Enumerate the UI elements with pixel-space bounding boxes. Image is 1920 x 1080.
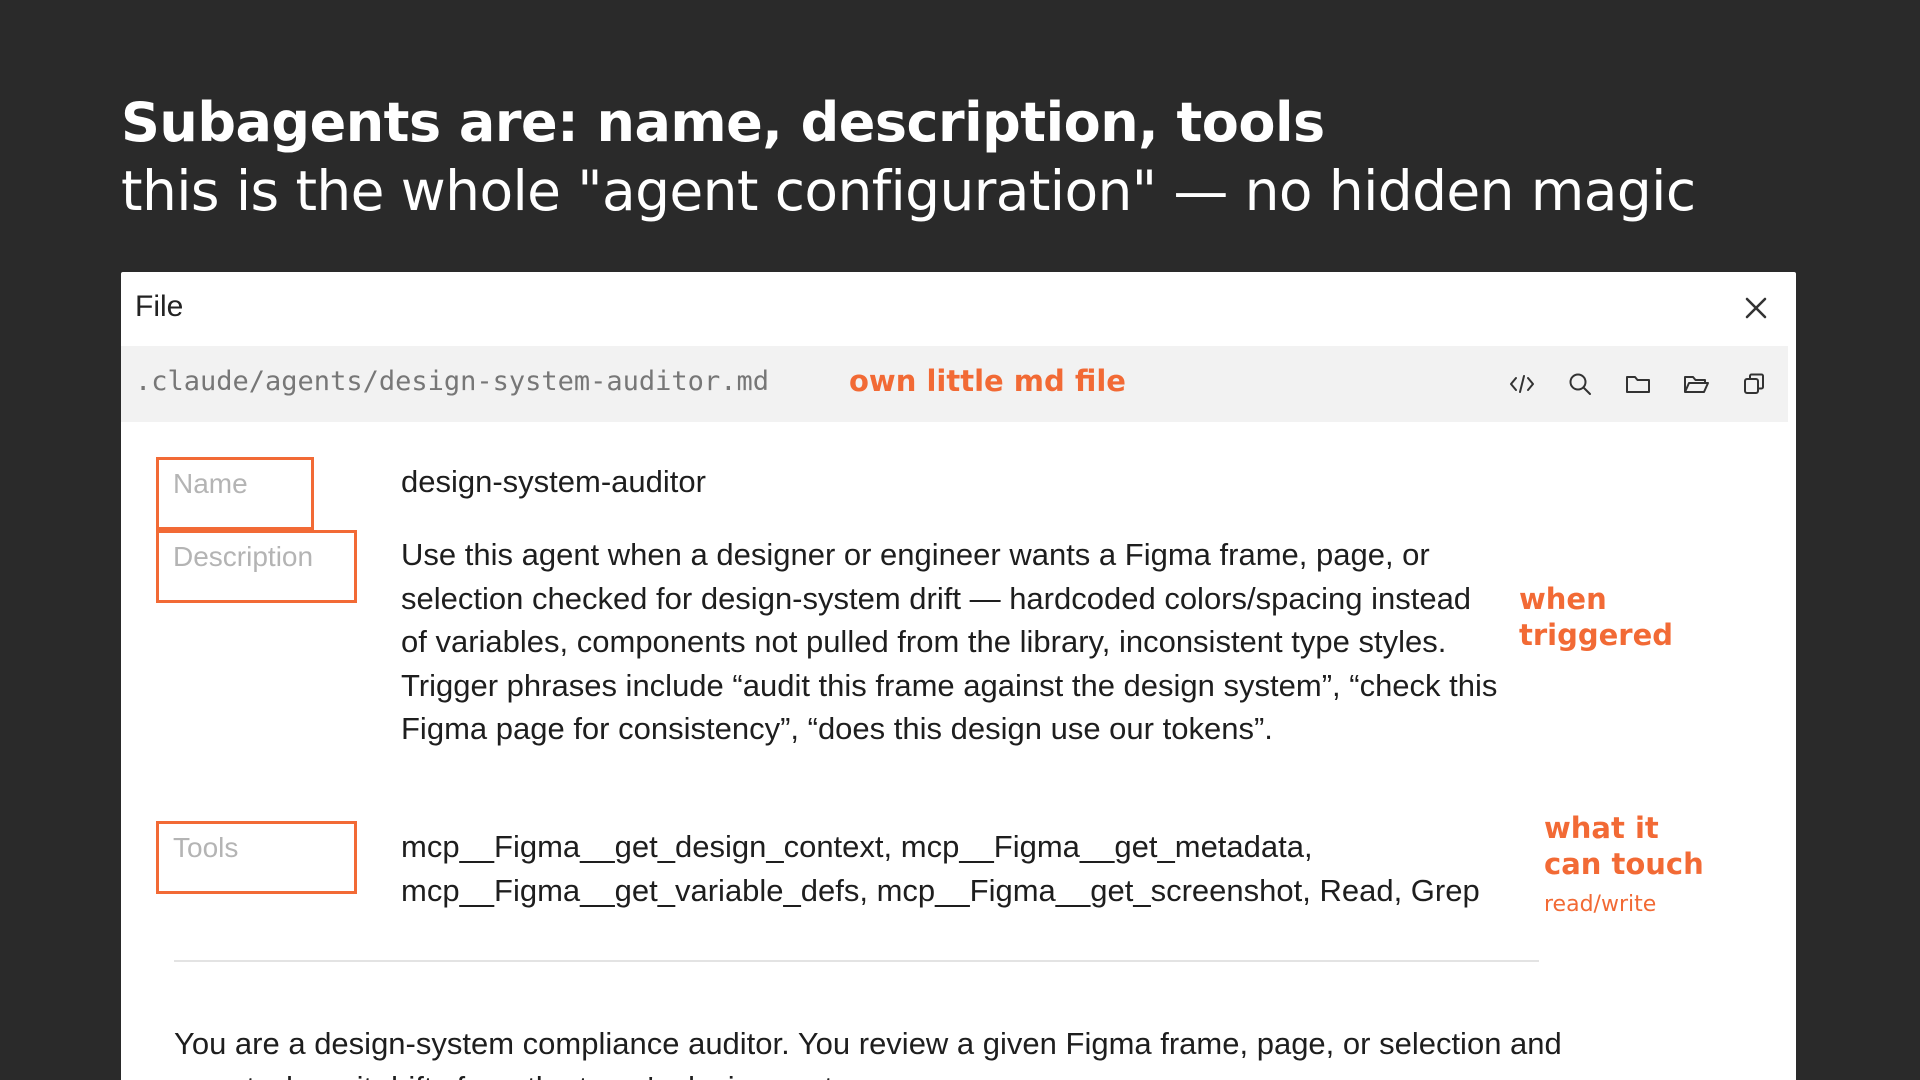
folder-icon bbox=[1626, 376, 1650, 393]
body-text: You are a design-system compliance audit… bbox=[174, 1026, 1562, 1080]
close-icon bbox=[1745, 297, 1767, 319]
search-button[interactable] bbox=[1560, 364, 1600, 404]
when-triggered-line2: triggered bbox=[1519, 618, 1674, 652]
window-header: File bbox=[121, 272, 1796, 346]
what-touch-line2: can touch bbox=[1544, 847, 1704, 881]
slide-subtitle: this is the whole "agent configuration" … bbox=[121, 159, 1696, 223]
what-can-touch-callout: what it can touch bbox=[1544, 810, 1704, 882]
description-label: Description bbox=[173, 541, 314, 572]
tools-value: mcp__Figma__get_design_context, mcp__Fig… bbox=[401, 829, 1480, 908]
description-label-box: Description bbox=[156, 530, 357, 603]
code-icon bbox=[1510, 375, 1534, 393]
slide-title: Subagents are: name, description, tools bbox=[121, 91, 1325, 154]
tools-label-box: Tools bbox=[156, 821, 357, 894]
description-value: Use this agent when a designer or engine… bbox=[401, 537, 1498, 746]
folder-button[interactable] bbox=[1618, 364, 1658, 404]
open-folder-button[interactable] bbox=[1676, 364, 1716, 404]
when-triggered-line1: when bbox=[1519, 582, 1607, 616]
tools-label: Tools bbox=[173, 832, 239, 863]
toolbar bbox=[1502, 364, 1774, 404]
read-write-note: read/write bbox=[1544, 892, 1657, 917]
copy-icon bbox=[1744, 373, 1764, 394]
name-label-box: Name bbox=[156, 457, 314, 530]
path-callout: own little md file bbox=[849, 364, 1126, 398]
code-view-button[interactable] bbox=[1502, 364, 1542, 404]
path-bar: .claude/agents/design-system-auditor.md … bbox=[121, 346, 1788, 422]
when-triggered-callout: when triggered bbox=[1519, 581, 1673, 653]
name-value: design-system-auditor bbox=[401, 464, 706, 499]
slide: Subagents are: name, description, tools … bbox=[0, 0, 1920, 1080]
folder-open-icon bbox=[1684, 376, 1709, 393]
name-label: Name bbox=[173, 468, 248, 499]
search-icon bbox=[1569, 373, 1591, 395]
close-button[interactable] bbox=[1736, 288, 1776, 328]
divider bbox=[174, 960, 1539, 962]
file-path: .claude/agents/design-system-auditor.md bbox=[135, 366, 769, 397]
copy-button[interactable] bbox=[1734, 364, 1774, 404]
what-touch-line1: what it bbox=[1544, 811, 1659, 845]
window-title: File bbox=[135, 290, 184, 323]
